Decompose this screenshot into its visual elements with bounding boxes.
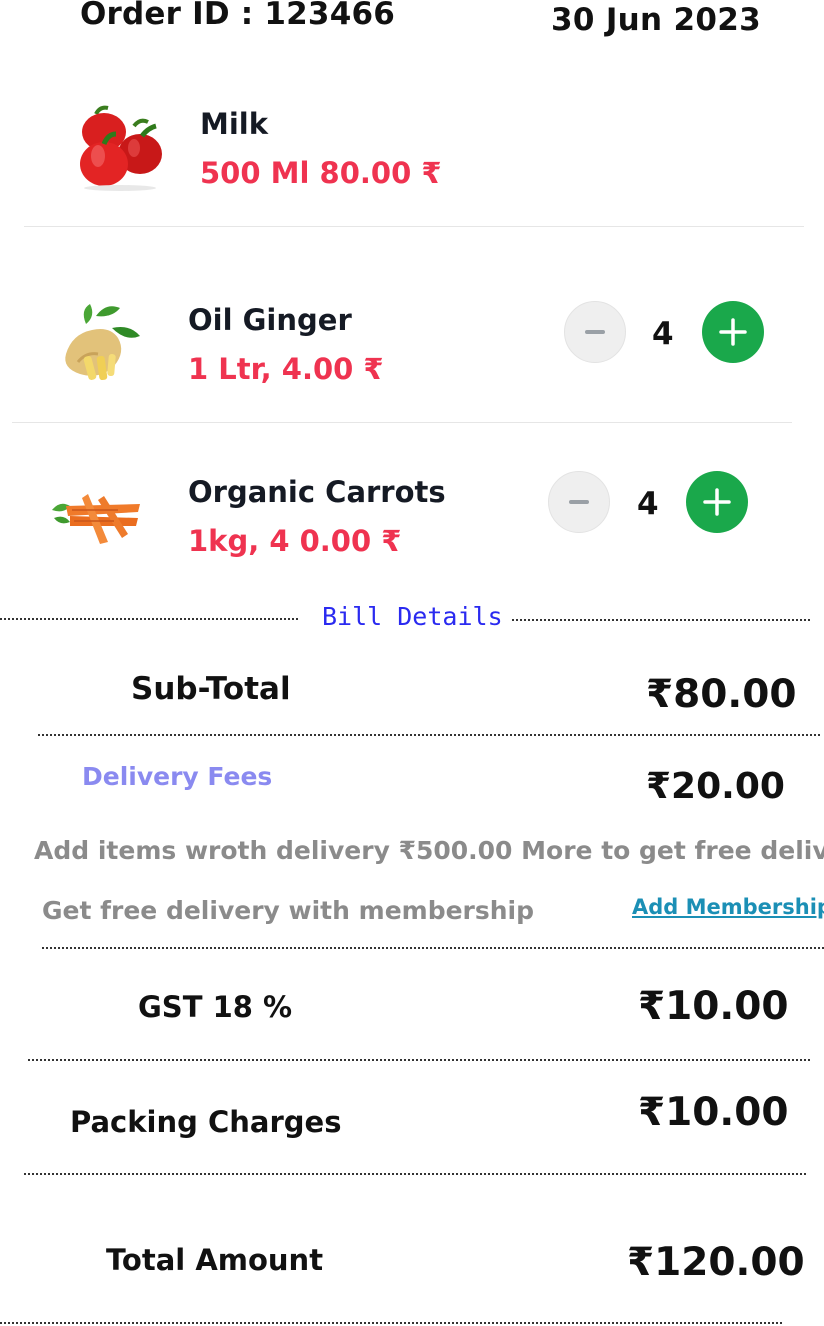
bill-details-title: Bill Details (322, 602, 503, 631)
dotted-divider (24, 1173, 806, 1175)
dotted-divider (42, 947, 824, 949)
order-id: Order ID : 123466 (80, 0, 396, 32)
dotted-divider (0, 618, 298, 620)
item-name: Organic Carrots (188, 475, 446, 509)
carrots-image (48, 484, 144, 550)
total-amount-value: ₹120.00 (627, 1240, 805, 1285)
minus-icon (569, 500, 589, 504)
item-meta: 1kg, 4 0.00 ₹ (188, 524, 402, 558)
subtotal-label: Sub-Total (131, 671, 291, 707)
ginger-image (56, 302, 148, 386)
decrease-quantity-button[interactable] (564, 301, 626, 363)
quantity-value: 4 (637, 486, 659, 522)
plus-icon (719, 318, 747, 346)
decrease-quantity-button[interactable] (548, 471, 610, 533)
item-divider (24, 226, 804, 227)
gst-value: ₹10.00 (638, 984, 789, 1029)
order-date: 30 Jun 2023 (551, 2, 761, 38)
quantity-value: 4 (652, 316, 674, 352)
subtotal-value: ₹80.00 (646, 672, 797, 717)
increase-quantity-button[interactable] (686, 471, 748, 533)
item-meta: 1 Ltr, 4.00 ₹ (188, 352, 384, 386)
item-meta: 500 Ml 80.00 ₹ (200, 156, 442, 190)
minus-icon (585, 330, 605, 334)
delivery-fees-label: Delivery Fees (82, 762, 273, 791)
membership-note: Get free delivery with membership (42, 896, 535, 925)
total-amount-label: Total Amount (106, 1243, 324, 1277)
item-divider (12, 422, 792, 423)
delivery-fees-value: ₹20.00 (646, 766, 785, 807)
packing-charges-value: ₹10.00 (638, 1090, 789, 1135)
increase-quantity-button[interactable] (702, 301, 764, 363)
order-detail-page: Order ID : 123466 30 Jun 2023 Milk 500 M… (0, 0, 824, 1326)
item-name: Oil Ginger (188, 303, 352, 337)
gst-label: GST 18 % (138, 990, 293, 1024)
item-name: Milk (200, 107, 269, 141)
dotted-divider (0, 1322, 782, 1324)
packing-charges-label: Packing Charges (70, 1105, 342, 1139)
free-delivery-note: Add items wroth delivery ₹500.00 More to… (34, 836, 824, 865)
dotted-divider (38, 734, 820, 736)
plus-icon (703, 488, 731, 516)
add-membership-link[interactable]: Add Membership (632, 895, 824, 919)
dotted-divider (512, 619, 810, 621)
dotted-divider (28, 1059, 810, 1061)
bell-pepper-image (74, 104, 166, 192)
